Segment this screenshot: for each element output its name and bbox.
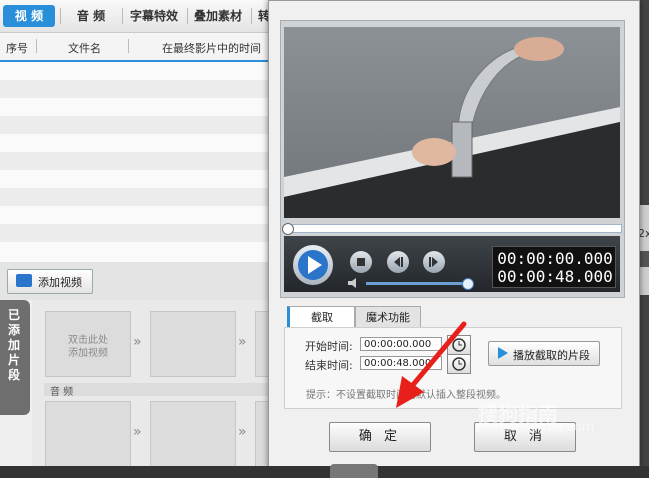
tab-divider <box>122 8 123 24</box>
tab-divider <box>187 8 188 24</box>
added-clips-label: 已添加片段 <box>8 308 21 382</box>
step-forward-icon <box>429 257 438 267</box>
current-time: 00:00:00.000 <box>497 249 613 268</box>
play-icon <box>298 250 328 280</box>
column-divider <box>128 39 129 53</box>
chevron-right-icon: » <box>238 424 247 440</box>
step-back-icon <box>394 257 403 267</box>
scissors-icon[interactable] <box>330 464 378 478</box>
audio-slot[interactable] <box>45 401 131 467</box>
slot-hint: 双击此处 添加视频 <box>68 335 108 359</box>
video-frame-image <box>284 27 620 218</box>
table-row[interactable] <box>0 152 282 170</box>
table-row[interactable] <box>0 170 282 188</box>
volume-slider[interactable] <box>366 282 470 285</box>
add-video-label: 添加视频 <box>38 276 82 289</box>
total-time: 00:00:48.000 <box>497 267 613 286</box>
column-filename[interactable]: 文件名 <box>68 40 101 56</box>
audio-slot[interactable] <box>150 401 236 467</box>
column-divider <box>36 39 37 53</box>
tab-overlay-materials[interactable]: 叠加素材 <box>190 5 246 27</box>
tab-audio[interactable]: 音 频 <box>66 5 116 27</box>
add-video-button[interactable]: 添加视频 <box>7 269 93 294</box>
progress-handle[interactable] <box>282 223 294 235</box>
tab-divider <box>251 8 252 24</box>
tab-trim[interactable]: 截取 <box>287 306 355 328</box>
end-time-label: 结束时间: <box>305 359 353 372</box>
time-display: 00:00:00.000 00:00:48.000 <box>492 246 616 288</box>
table-row[interactable] <box>0 134 282 152</box>
play-icon <box>498 347 508 359</box>
table-row[interactable] <box>0 206 282 224</box>
ok-button[interactable]: 确 定 <box>329 422 431 452</box>
added-clips-tab[interactable]: 已添加片段 <box>0 300 30 415</box>
stop-icon <box>357 258 365 266</box>
tab-video[interactable]: 视 频 <box>3 5 55 27</box>
stop-button[interactable] <box>350 251 372 273</box>
column-time-in-movie[interactable]: 在最终影片中的时间 <box>162 40 261 56</box>
tab-bar: 视 频 音 频 字幕特效 叠加素材 转 <box>0 0 282 33</box>
table-row[interactable] <box>0 188 282 206</box>
table-row[interactable] <box>0 116 282 134</box>
column-index[interactable]: 序号 <box>6 40 28 56</box>
volume-handle[interactable] <box>462 278 474 290</box>
file-list-header: 序号 文件名 在最终影片中的时间 <box>0 33 282 62</box>
video-preview <box>284 27 620 218</box>
table-row[interactable] <box>0 242 282 262</box>
annotation-arrow-icon <box>396 321 467 408</box>
start-time-label: 开始时间: <box>305 340 353 353</box>
audio-track-header: 音 频 <box>44 383 282 398</box>
play-clip-button[interactable]: 播放截取的片段 <box>488 341 600 366</box>
table-row[interactable] <box>0 98 282 116</box>
tab-divider <box>60 8 61 24</box>
timeline-slot[interactable] <box>150 311 236 377</box>
table-row[interactable] <box>0 62 282 80</box>
timeline-slot[interactable]: 双击此处 添加视频 <box>45 311 131 377</box>
chevron-right-icon: » <box>133 334 142 350</box>
tab-subtitle-effects[interactable]: 字幕特效 <box>126 5 182 27</box>
next-frame-button[interactable] <box>423 251 445 273</box>
play-clip-label: 播放截取的片段 <box>513 349 590 362</box>
speaker-icon[interactable] <box>348 278 362 288</box>
previous-frame-button[interactable] <box>387 251 409 273</box>
chevron-right-icon: » <box>133 424 142 440</box>
table-row[interactable] <box>0 224 282 242</box>
watermark-url: zhinan.sogou.com <box>476 420 595 435</box>
bottom-edge <box>0 466 649 478</box>
film-icon <box>16 274 32 287</box>
playback-progress-bar[interactable] <box>284 224 622 233</box>
chevron-right-icon: » <box>238 334 247 350</box>
table-row[interactable] <box>0 80 282 98</box>
play-button[interactable] <box>293 245 333 285</box>
audio-track-label: 音 频 <box>50 387 74 398</box>
